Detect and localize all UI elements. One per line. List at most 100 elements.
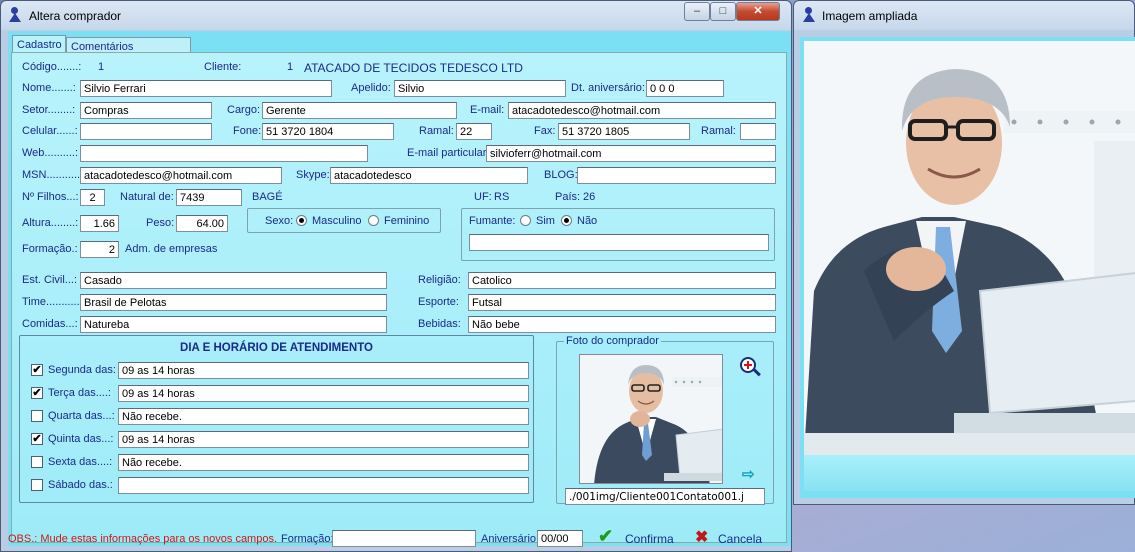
sexo-feminino-label[interactable]: Feminino	[384, 215, 429, 227]
aniversario-field[interactable]: 0 0 0	[646, 80, 724, 97]
estcivil-field[interactable]: Casado	[80, 272, 387, 289]
cliente-label: Cliente:	[204, 61, 242, 73]
fone-label: Fone:	[233, 125, 262, 137]
zoom-app-icon	[802, 7, 816, 23]
apelido-field[interactable]: Silvio	[394, 80, 566, 97]
footer-aniversario-field[interactable]: 00/00	[537, 530, 583, 547]
msn-field[interactable]: atacadotedesco@hotmail.com	[80, 167, 282, 184]
celular-label: Celular......:	[22, 125, 78, 137]
cancel-x-icon: ✖	[695, 529, 709, 546]
schedule-hours-field[interactable]: 09 as 14 horas	[118, 431, 529, 448]
schedule-day-label: Segunda das:	[48, 364, 116, 376]
schedule-hours-field[interactable]: Não recebe.	[118, 454, 529, 471]
sexo-masculino-radio[interactable]	[296, 215, 307, 226]
schedule-checkbox[interactable]	[31, 410, 43, 422]
fumante-sim-label[interactable]: Sim	[536, 215, 555, 227]
codigo-value: 1	[98, 61, 105, 73]
next-arrow-icon[interactable]: ⇨	[742, 465, 755, 483]
natural-field[interactable]: 7439	[176, 189, 242, 206]
altura-label: Altura........:	[22, 217, 79, 229]
altura-field[interactable]: 1.66	[80, 215, 119, 232]
msn-label: MSN...........:	[22, 169, 84, 181]
photo-group-title: Foto do comprador	[564, 335, 661, 347]
web-field[interactable]	[80, 145, 368, 162]
setor-label: Setor........:	[22, 104, 76, 116]
peso-field[interactable]: 64.00	[176, 215, 228, 232]
cargo-label: Cargo:	[227, 104, 261, 116]
ramal2-field[interactable]	[740, 123, 776, 140]
ramal-field[interactable]: 22	[456, 123, 492, 140]
formacao-field[interactable]: 2	[80, 241, 119, 258]
setor-field[interactable]: Compras	[80, 102, 212, 119]
skype-label: Skype:	[296, 169, 330, 181]
fumante-sim-radio[interactable]	[520, 215, 531, 226]
blog-field[interactable]	[577, 167, 776, 184]
fone-field[interactable]: 51 3720 1804	[262, 123, 394, 140]
sexo-feminino-radio[interactable]	[368, 215, 379, 226]
email-field[interactable]: atacadotedesco@hotmail.com	[508, 102, 776, 119]
sexo-masculino-label[interactable]: Masculino	[312, 215, 362, 227]
fax-field[interactable]: 51 3720 1805	[558, 123, 690, 140]
email-particular-label: E-mail particular:	[407, 147, 490, 159]
uf-value: RS	[494, 191, 510, 203]
schedule-checkbox[interactable]	[31, 456, 43, 468]
pais-label: País:	[555, 191, 581, 203]
schedule-checkbox[interactable]: ✔	[31, 433, 43, 445]
skype-field[interactable]: atacadotedesco	[330, 167, 528, 184]
cancela-button[interactable]: ✖ Cancela	[692, 528, 778, 548]
photo-path-field[interactable]: ./001img/Cliente001Contato001.j	[565, 488, 765, 505]
codigo-label: Código.......:	[22, 61, 82, 73]
zoomed-photo-image	[804, 41, 1135, 455]
ramal2-label: Ramal:	[701, 125, 736, 137]
minimize-button[interactable]: –	[684, 2, 710, 21]
fumante-nao-label[interactable]: Não	[577, 215, 597, 227]
nome-field[interactable]: Silvio Ferrari	[80, 80, 332, 97]
confirma-label: Confirma	[625, 532, 674, 546]
schedule-hours-field[interactable]: Não recebe.	[118, 408, 529, 425]
zoom-titlebar[interactable]: Imagem ampliada	[794, 1, 1134, 31]
comidas-field[interactable]: Natureba	[80, 316, 387, 333]
blog-label: BLOG:	[544, 169, 578, 181]
sexo-label: Sexo:	[265, 215, 294, 227]
schedule-checkbox[interactable]: ✔	[31, 387, 43, 399]
footer-formacao-field[interactable]	[332, 530, 476, 547]
buyer-photo-image	[580, 355, 722, 483]
fax-label: Fax:	[534, 125, 556, 137]
schedule-hours-field[interactable]	[118, 477, 529, 494]
schedule-checkbox[interactable]: ✔	[31, 364, 43, 376]
celular-field[interactable]	[80, 123, 212, 140]
window-title: Altera comprador	[29, 9, 122, 23]
zoom-in-icon[interactable]	[740, 357, 761, 377]
time-field[interactable]: Brasil de Pelotas	[80, 294, 387, 311]
close-button[interactable]: ✕	[736, 2, 780, 21]
schedule-day-label: Sábado das.:	[48, 479, 113, 491]
fumante-nao-radio[interactable]	[561, 215, 572, 226]
fumante-label: Fumante:	[469, 215, 516, 227]
confirma-button[interactable]: ✔ Confirma	[595, 526, 685, 548]
zoom-bottom-band	[804, 455, 1135, 491]
time-label: Time...........:	[22, 296, 83, 308]
schedule-hours-field[interactable]: 09 as 14 horas	[118, 362, 529, 379]
esporte-field[interactable]: Futsal	[468, 294, 776, 311]
email-label: E-mail:	[470, 104, 505, 116]
fumante-obs-field[interactable]	[469, 234, 769, 251]
cadastro-form: Código.......: 1 Cliente: 1 ATACADO DE T…	[8, 52, 787, 547]
filhos-field[interactable]: 2	[80, 189, 105, 206]
app-icon	[8, 7, 22, 23]
schedule-day-label: Sexta das....:	[48, 456, 113, 468]
religiao-field[interactable]: Catolico	[468, 272, 776, 289]
main-window: Altera comprador – □ ✕ Cadastro Comentár…	[0, 0, 792, 552]
maximize-button[interactable]: □	[710, 2, 736, 21]
email-particular-field[interactable]: silvioferr@hotmail.com	[486, 145, 776, 162]
main-titlebar[interactable]: Altera comprador – □ ✕	[1, 1, 791, 31]
sexo-group: Sexo: Masculino Feminino	[247, 208, 441, 233]
cliente-number: 1	[287, 61, 294, 73]
cargo-field[interactable]: Gerente	[262, 102, 457, 119]
fumante-group: Fumante: Sim Não	[461, 208, 775, 261]
schedule-checkbox[interactable]	[31, 479, 43, 491]
schedule-hours-field[interactable]: 09 as 14 horas	[118, 385, 529, 402]
bebidas-field[interactable]: Não bebe	[468, 316, 776, 333]
schedule-day-label: Terça das....:	[48, 387, 111, 399]
filhos-label: Nº Filhos...:	[22, 191, 79, 203]
schedule-title: DIA E HORÁRIO DE ATENDIMENTO	[180, 342, 373, 354]
